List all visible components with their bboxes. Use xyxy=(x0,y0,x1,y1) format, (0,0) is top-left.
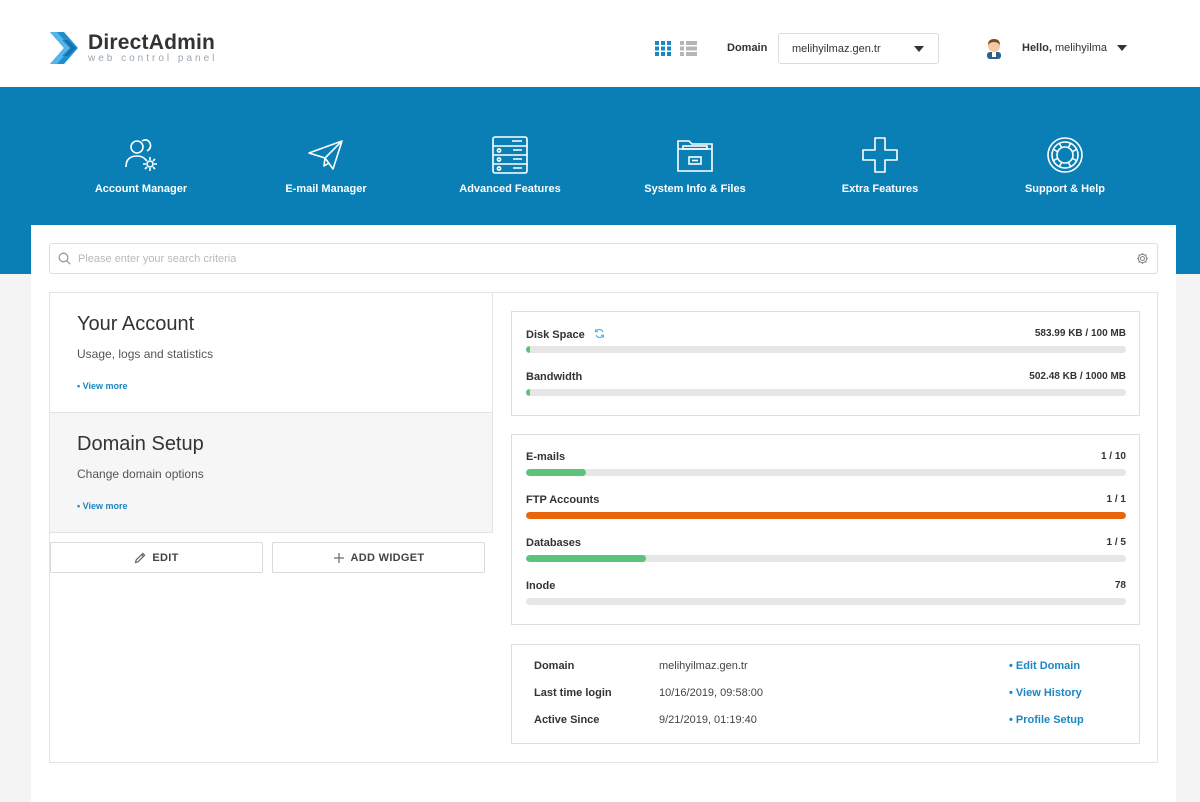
paper-plane-icon xyxy=(308,140,343,170)
stat-value: 583.99 KB / 100 MB xyxy=(1034,328,1126,339)
progress-track xyxy=(526,555,1126,562)
plus-icon xyxy=(333,552,344,563)
card-domain-setup[interactable]: Domain Setup Change domain options • Vie… xyxy=(50,413,493,533)
domain-label: Domain xyxy=(727,42,768,54)
nav-label: Extra Features xyxy=(841,183,919,195)
add-widget-button[interactable]: ADD WIDGET xyxy=(272,542,485,573)
card-subtitle: Change domain options xyxy=(77,467,204,481)
stat-name: Databases xyxy=(526,537,582,549)
plus-icon xyxy=(862,137,898,173)
logo[interactable]: DirectAdmin web control panel xyxy=(48,30,217,66)
username: melihyilma xyxy=(1055,42,1107,54)
progress-fill xyxy=(526,346,530,353)
info-key: Active Since xyxy=(534,714,600,726)
profile-setup-link[interactable]: • Profile Setup xyxy=(1009,714,1084,726)
stat-name: Inode xyxy=(526,580,556,592)
view-more-link[interactable]: • View more xyxy=(77,501,128,511)
stat-value: 78 xyxy=(1114,580,1126,591)
domain-select[interactable]: melihyilmaz.gen.tr xyxy=(778,33,939,64)
add-widget-button-label: ADD WIDGET xyxy=(350,551,425,564)
pencil-icon xyxy=(134,552,146,563)
grid-view-icon[interactable] xyxy=(655,41,671,56)
stat-value: 1 / 10 xyxy=(1100,451,1126,462)
chevron-down-icon xyxy=(914,46,924,52)
info-value: melihyilmaz.gen.tr xyxy=(659,660,748,672)
progress-fill xyxy=(526,469,586,476)
logo-name: DirectAdmin xyxy=(88,31,216,54)
domain-info-box: Domain melihyilmaz.gen.tr • Edit Domain … xyxy=(511,644,1140,744)
logo-tagline: web control panel xyxy=(88,53,218,64)
search-bar xyxy=(49,243,1158,274)
lifebuoy-icon xyxy=(1047,137,1083,173)
stat-name: Disk Space xyxy=(526,328,605,341)
server-icon xyxy=(492,136,528,174)
view-history-link[interactable]: • View History xyxy=(1009,687,1082,699)
stat-name: Bandwidth xyxy=(526,371,583,383)
nav-label: E-mail Manager xyxy=(285,183,367,195)
stat-value: 1 / 5 xyxy=(1106,537,1126,548)
greeting-prefix: Hello, xyxy=(1022,42,1052,54)
edit-button[interactable]: EDIT xyxy=(50,542,263,573)
card-your-account[interactable]: Your Account Usage, logs and statistics … xyxy=(50,293,493,413)
top-header: DirectAdmin web control panel Domain mel… xyxy=(0,0,1200,87)
card-subtitle: Usage, logs and statistics xyxy=(77,347,214,361)
users-gear-icon xyxy=(125,139,157,171)
user-menu[interactable]: Hello, melihyilma xyxy=(984,37,1127,59)
info-value: 10/16/2019, 09:58:00 xyxy=(659,687,763,699)
nav-label: System Info & Files xyxy=(644,183,746,195)
card-title: Your Account xyxy=(77,313,195,335)
refresh-icon[interactable] xyxy=(594,328,605,339)
account-limits-box: E-mails 1 / 10 FTP Accounts 1 / 1 Databa… xyxy=(511,434,1140,625)
domain-select-value: melihyilmaz.gen.tr xyxy=(792,43,881,55)
search-icon xyxy=(58,252,71,265)
info-key: Domain xyxy=(534,660,575,672)
gear-icon[interactable] xyxy=(1136,252,1149,265)
edit-domain-link[interactable]: • Edit Domain xyxy=(1009,660,1080,672)
user-greeting: Hello, melihyilma xyxy=(1022,42,1107,54)
card-title: Domain Setup xyxy=(77,433,204,455)
search-input[interactable] xyxy=(78,250,1118,268)
avatar xyxy=(987,39,1001,59)
dashboard: Your Account Usage, logs and statistics … xyxy=(49,292,1158,763)
stat-value: 502.48 KB / 1000 MB xyxy=(1029,371,1126,382)
info-value: 9/21/2019, 01:19:40 xyxy=(659,714,757,726)
nav-label: Advanced Features xyxy=(459,183,561,195)
main-panel: Your Account Usage, logs and statistics … xyxy=(31,225,1176,802)
progress-fill xyxy=(526,389,530,396)
nav-label: Support & Help xyxy=(1024,183,1106,195)
view-toggle xyxy=(655,41,697,56)
progress-track xyxy=(526,598,1126,605)
progress-fill xyxy=(526,555,646,562)
progress-track xyxy=(526,346,1126,353)
stat-name: FTP Accounts xyxy=(526,494,600,506)
folder-icon xyxy=(677,140,713,172)
progress-track xyxy=(526,512,1126,519)
stat-name: E-mails xyxy=(526,451,566,463)
nav-label: Account Manager xyxy=(94,183,188,195)
directadmin-logo-icon xyxy=(50,32,78,64)
stat-value: 1 / 1 xyxy=(1106,494,1126,505)
list-view-icon[interactable] xyxy=(680,41,697,56)
progress-track xyxy=(526,469,1126,476)
progress-track xyxy=(526,389,1126,396)
resource-usage-box: Disk Space 583.99 KB / 100 MB Bandwidth … xyxy=(511,311,1140,416)
edit-button-label: EDIT xyxy=(152,551,179,564)
info-key: Last time login xyxy=(534,687,612,699)
progress-fill xyxy=(526,512,1126,519)
view-more-link[interactable]: • View more xyxy=(77,381,128,391)
chevron-down-icon xyxy=(1116,45,1127,51)
